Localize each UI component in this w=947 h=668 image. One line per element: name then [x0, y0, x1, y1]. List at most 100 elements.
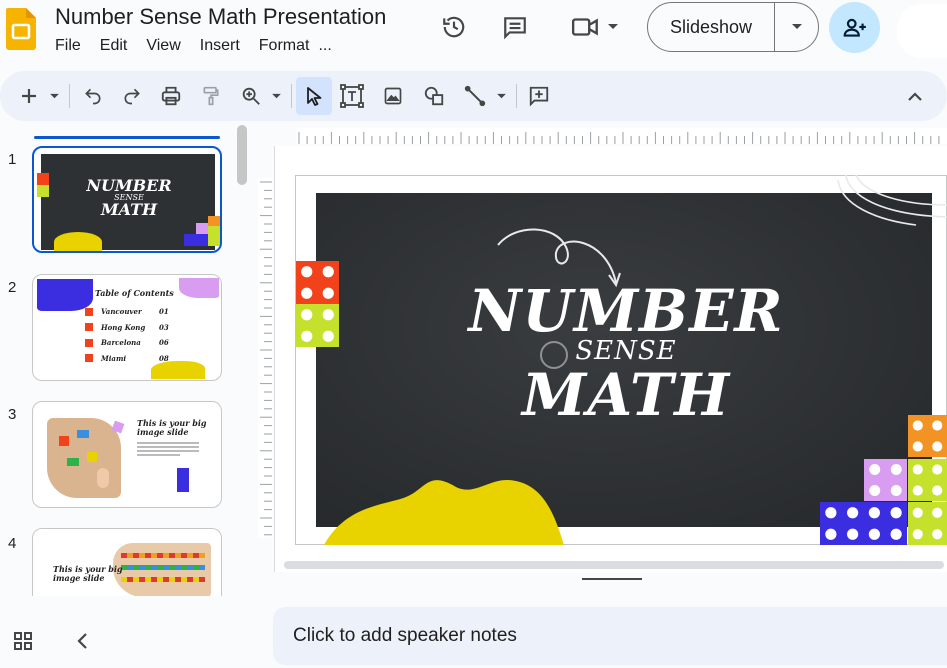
slideshow-button-group: Slideshow: [647, 2, 819, 52]
filmstrip-scrollbar[interactable]: [237, 125, 247, 185]
toc-number: 01: [159, 307, 169, 317]
slides-logo-icon[interactable]: [6, 8, 36, 50]
menu-edit[interactable]: Edit: [100, 37, 128, 55]
menu-view[interactable]: View: [146, 37, 180, 55]
thumb-title-line3: MATH: [100, 200, 158, 219]
paint-format-button[interactable]: [196, 71, 226, 121]
menu-bar: File Edit View Insert Format ...: [55, 37, 351, 55]
toc-number: 08: [159, 353, 169, 363]
slideshow-dropdown-button[interactable]: [775, 23, 818, 31]
cursor-arrow-icon: [307, 87, 322, 106]
chevron-down-icon: [496, 93, 506, 98]
insert-image-button[interactable]: [378, 71, 408, 121]
lilac-blob: [179, 278, 219, 298]
stacked-dice: [820, 415, 947, 545]
toc-row: Barcelona 06: [85, 335, 185, 351]
zoom-button[interactable]: [236, 71, 266, 121]
abacus-photo: [113, 543, 211, 597]
comments-icon[interactable]: [498, 10, 532, 44]
slide-thumbnail-1[interactable]: NUMBER SENSE MATH: [32, 146, 222, 253]
line-button[interactable]: [460, 71, 490, 121]
zoom-icon: [242, 87, 260, 105]
filmstrip-scroll-indicator: [34, 136, 220, 139]
add-person-icon: [843, 18, 866, 37]
grid-view-icon: [14, 632, 32, 650]
meet-video-icon[interactable]: [566, 10, 624, 44]
toc-name: Vancouver: [101, 307, 142, 317]
chevron-down-icon: [271, 93, 281, 98]
print-icon: [161, 86, 181, 106]
title-line3: MATH: [522, 361, 730, 429]
toc-row: Miami 08: [85, 351, 185, 367]
slide-thumbnail-3[interactable]: This is your big image slide: [32, 401, 222, 508]
menu-more[interactable]: ...: [318, 37, 331, 55]
undo-button[interactable]: [78, 71, 108, 121]
redo-icon: [124, 88, 140, 105]
collapse-toolbar-button[interactable]: [900, 71, 930, 121]
text-box-icon: [340, 84, 364, 108]
dice-icon: [85, 323, 93, 332]
slide-number: 3: [8, 406, 17, 423]
share-button[interactable]: [829, 2, 880, 53]
dice-icon: [85, 307, 93, 316]
title-line1: NUMBER: [468, 277, 784, 345]
thumb-heading-line2: image slide: [53, 573, 105, 584]
new-slide-button[interactable]: [16, 71, 42, 121]
redo-button[interactable]: [117, 71, 147, 121]
add-comment-icon: [529, 86, 549, 107]
chevron-left-icon: [77, 633, 87, 649]
toc-list: Vancouver 01 Hong Kong 03 Barcelona 06 Miami 08: [85, 304, 185, 366]
yellow-blob: [324, 479, 564, 545]
horizontal-ruler[interactable]: [296, 128, 947, 144]
notes-resize-handle[interactable]: [582, 578, 642, 580]
chevron-down-icon: [608, 24, 618, 29]
toc-row: Hong Kong 03: [85, 320, 185, 336]
print-button[interactable]: [156, 71, 186, 121]
slide-title[interactable]: NUMBER SENSE MATH: [466, 282, 786, 424]
menu-format[interactable]: Format: [259, 37, 310, 55]
toc-name: Hong Kong: [101, 322, 146, 332]
vertical-ruler[interactable]: [258, 178, 272, 538]
dice-block: [184, 234, 208, 246]
menu-insert[interactable]: Insert: [200, 37, 240, 55]
account-avatar[interactable]: [897, 4, 947, 58]
dice-block: [208, 216, 220, 246]
shape-button[interactable]: [419, 71, 449, 121]
line-dropdown[interactable]: [491, 71, 511, 121]
slideshow-button[interactable]: Slideshow: [648, 3, 775, 51]
select-tool-button[interactable]: [296, 77, 332, 115]
toc-row: Vancouver 01: [85, 304, 185, 320]
shapes-icon: [424, 86, 444, 106]
toc-number: 06: [159, 338, 169, 348]
plus-icon: [22, 89, 36, 103]
chevron-down-icon: [791, 24, 802, 29]
collapse-filmstrip-button[interactable]: [76, 632, 90, 655]
document-title[interactable]: Number Sense Math Presentation: [55, 4, 386, 30]
toc-name: Miami: [101, 353, 127, 363]
new-slide-dropdown[interactable]: [44, 71, 64, 121]
undo-icon: [85, 88, 101, 105]
slide-number: 1: [8, 151, 17, 168]
version-history-icon[interactable]: [437, 10, 471, 44]
toolbar: [0, 71, 947, 121]
slide-thumbnail-4[interactable]: This is your big image slide: [32, 528, 222, 598]
red-lime-dice: [296, 261, 339, 347]
dice-block: [177, 468, 189, 492]
thumb-heading-line2: image slide: [137, 427, 189, 438]
dice-icon: [85, 354, 93, 363]
speaker-notes[interactable]: Click to add speaker notes: [273, 607, 947, 665]
horizontal-scrollbar[interactable]: [284, 561, 944, 569]
toc-name: Barcelona: [101, 338, 141, 348]
text-box-button[interactable]: [337, 71, 367, 121]
dice-block: [37, 173, 49, 197]
filmstrip-footer: [0, 596, 256, 668]
line-icon: [464, 85, 486, 107]
menu-file[interactable]: File: [55, 37, 81, 55]
slide-number: 4: [8, 535, 17, 552]
add-comment-button[interactable]: [524, 71, 554, 121]
slide-thumbnail-2[interactable]: Table of Contents Vancouver 01 Hong Kong 03…: [32, 274, 222, 381]
zoom-dropdown[interactable]: [266, 71, 286, 121]
grid-view-button[interactable]: [12, 630, 34, 657]
slide-number: 2: [8, 279, 17, 296]
toc-number: 03: [159, 322, 169, 332]
